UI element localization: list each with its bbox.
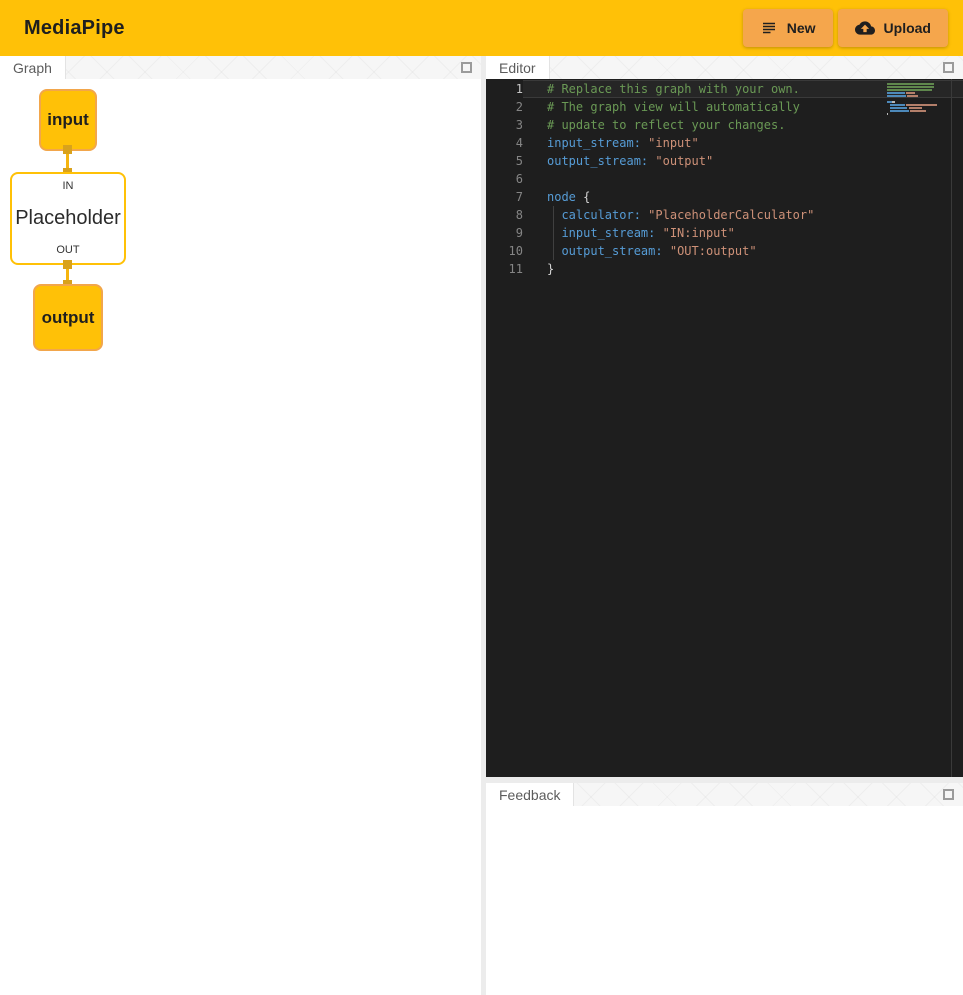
graph-node-output[interactable]: output [33, 284, 103, 351]
code-editor[interactable]: 1# Replace this graph with your own.2# T… [486, 79, 963, 777]
app-title: MediaPipe [24, 17, 125, 40]
graph-node-input[interactable]: input [39, 89, 97, 151]
graph-canvas[interactable]: input IN Placeholder OUT output [0, 79, 481, 995]
code-line-9[interactable]: 9 input_stream: "IN:input" [486, 224, 963, 242]
editor-panel: Editor 1# Replace this graph with your o… [486, 56, 963, 777]
code-line-5[interactable]: 5output_stream: "output" [486, 152, 963, 170]
editor-minimap[interactable] [887, 83, 941, 116]
line-number: 2 [486, 98, 523, 116]
editor-panel-header: Editor [486, 56, 963, 79]
overview-ruler [951, 79, 952, 777]
line-number: 1 [486, 80, 523, 98]
graph-node-output-label: output [42, 308, 95, 328]
tab-editor[interactable]: Editor [486, 56, 550, 79]
line-number: 9 [486, 224, 523, 242]
code-line-text: } [523, 260, 963, 278]
line-number: 10 [486, 242, 523, 260]
maximize-icon[interactable] [943, 62, 954, 73]
code-line-text: output_stream: "OUT:output" [523, 242, 963, 260]
feedback-panel-header: Feedback [486, 783, 963, 806]
code-line-text: output_stream: "output" [523, 152, 963, 170]
app-header: MediaPipe New Upload [0, 0, 963, 56]
subject-icon [760, 19, 778, 37]
code-line-text: node { [523, 188, 963, 206]
line-number: 7 [486, 188, 523, 206]
code-line-text: calculator: "PlaceholderCalculator" [523, 206, 963, 224]
code-line-text: input_stream: "input" [523, 134, 963, 152]
maximize-icon[interactable] [943, 789, 954, 800]
tab-graph-label: Graph [13, 60, 52, 76]
port-input-out[interactable] [63, 145, 72, 154]
line-number: 4 [486, 134, 523, 152]
code-line-6[interactable]: 6 [486, 170, 963, 188]
graph-node-input-label: input [47, 110, 89, 130]
line-number: 5 [486, 152, 523, 170]
code-line-10[interactable]: 10 output_stream: "OUT:output" [486, 242, 963, 260]
upload-button[interactable]: Upload [838, 9, 948, 47]
code-line-text [523, 170, 963, 188]
tab-graph[interactable]: Graph [0, 56, 66, 79]
code-line-4[interactable]: 4input_stream: "input" [486, 134, 963, 152]
code-line-11[interactable]: 11} [486, 260, 963, 278]
tab-feedback-label: Feedback [499, 787, 560, 803]
code-line-text: # update to reflect your changes. [523, 116, 963, 134]
maximize-icon[interactable] [461, 62, 472, 73]
graph-node-placeholder[interactable]: IN Placeholder OUT [10, 172, 126, 265]
right-column: Editor 1# Replace this graph with your o… [486, 56, 963, 995]
tab-feedback[interactable]: Feedback [486, 783, 574, 806]
placeholder-in-port-label: IN [63, 180, 74, 192]
tab-editor-label: Editor [499, 60, 536, 76]
main-layout: Graph input IN Placeholder OUT [0, 56, 963, 995]
line-number: 11 [486, 260, 523, 278]
line-number: 3 [486, 116, 523, 134]
port-placeholder-out[interactable] [63, 260, 72, 269]
upload-button-label: Upload [884, 20, 931, 36]
feedback-content [486, 806, 963, 995]
code-line-3[interactable]: 3# update to reflect your changes. [486, 116, 963, 134]
line-number: 6 [486, 170, 523, 188]
code-line-7[interactable]: 7node { [486, 188, 963, 206]
new-button-label: New [787, 20, 816, 36]
code-line-text: input_stream: "IN:input" [523, 224, 963, 242]
placeholder-out-port-label: OUT [56, 244, 79, 256]
appbar-buttons: New Upload [743, 9, 948, 47]
graph-panel: Graph input IN Placeholder OUT [0, 56, 481, 995]
graph-panel-header: Graph [0, 56, 481, 79]
new-button[interactable]: New [743, 9, 833, 47]
cloud-upload-icon [855, 18, 875, 38]
feedback-panel: Feedback [486, 783, 963, 995]
line-number: 8 [486, 206, 523, 224]
placeholder-node-label: Placeholder [15, 207, 121, 230]
code-line-8[interactable]: 8 calculator: "PlaceholderCalculator" [486, 206, 963, 224]
